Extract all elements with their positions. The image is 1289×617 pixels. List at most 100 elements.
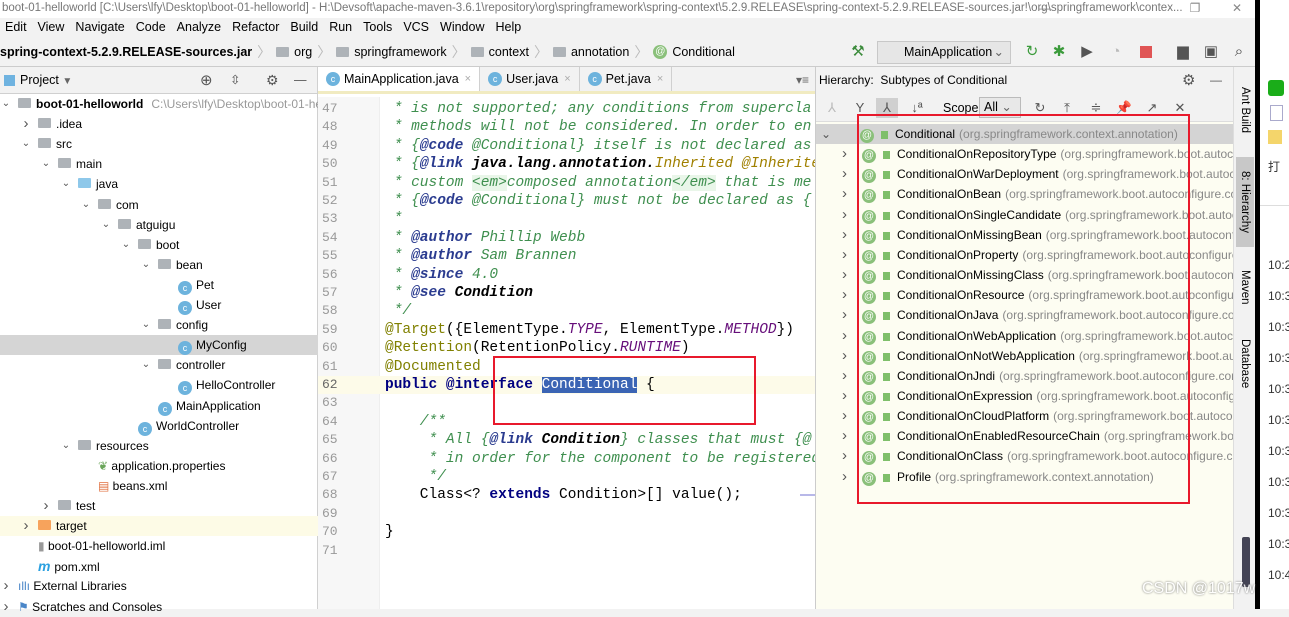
chevron-right-icon[interactable]: › — [842, 366, 847, 386]
menu-navigate[interactable]: Navigate — [75, 18, 124, 37]
close-tab-icon[interactable]: × — [564, 67, 570, 91]
tree-item[interactable]: m pom.xml — [0, 556, 318, 576]
tree-item[interactable]: ⌄ boot — [0, 235, 318, 255]
chevron-right-icon[interactable]: › — [0, 576, 12, 596]
gear-icon[interactable]: ⚙ — [1182, 67, 1195, 94]
profile-icon[interactable]: ◔ — [1106, 42, 1126, 62]
tab-user-java[interactable]: c User.java × — [480, 67, 580, 91]
tree-item[interactable]: ⌄ main — [0, 154, 318, 174]
tool-window-hierarchy[interactable]: 8: Hierarchy — [1236, 157, 1254, 247]
hide-icon[interactable]: — — [294, 67, 307, 94]
breadcrumb-item[interactable]: springframework — [336, 45, 447, 59]
chevron-right-icon[interactable]: › — [20, 114, 32, 134]
tree-item[interactable]: ▤ beans.xml — [0, 476, 318, 496]
chevron-right-icon[interactable]: › — [842, 467, 847, 487]
tree-item[interactable]: › ıllı External Libraries — [0, 576, 318, 596]
breadcrumb-item[interactable]: org — [276, 45, 312, 59]
run-icon[interactable]: ↻ — [1022, 42, 1042, 62]
breadcrumb-item[interactable]: context — [470, 45, 529, 59]
menu-vcs[interactable]: VCS — [403, 18, 429, 37]
chevron-right-icon[interactable]: › — [842, 386, 847, 406]
collapse-all-icon[interactable]: ⇳ — [230, 67, 240, 94]
project-structure-icon[interactable]: ▆ — [1173, 42, 1193, 62]
tool-window-database[interactable]: Database — [1236, 329, 1254, 399]
menu-analyze[interactable]: Analyze — [177, 18, 221, 37]
chevron-right-icon[interactable]: › — [842, 285, 847, 305]
debug-icon[interactable]: ✱ — [1049, 42, 1069, 62]
folder-icon[interactable] — [1268, 130, 1282, 144]
tree-item[interactable]: › ⚑ Scratches and Consoles — [0, 597, 318, 617]
tree-item[interactable]: ⌄ controller — [0, 355, 318, 375]
chevron-right-icon[interactable]: › — [842, 225, 847, 245]
hide-icon[interactable]: — — [1210, 67, 1222, 94]
chevron-down-icon[interactable]: ⌄ — [20, 134, 32, 154]
chevron-down-icon[interactable]: ⌄ — [140, 355, 152, 375]
document-icon[interactable] — [1270, 105, 1283, 121]
stop-icon[interactable] — [1140, 46, 1152, 58]
tree-item[interactable]: ⌄ java — [0, 174, 318, 194]
dropdown-icon[interactable]: ▼ — [62, 76, 72, 87]
menu-refactor[interactable]: Refactor — [232, 18, 279, 37]
tree-item[interactable]: ⌄ atguigu — [0, 215, 318, 235]
chevron-down-icon[interactable]: ⌄ — [60, 436, 72, 456]
tree-item[interactable]: c HelloController — [0, 375, 318, 396]
menu-tools[interactable]: Tools — [363, 18, 392, 37]
chevron-right-icon[interactable]: › — [842, 446, 847, 466]
close-tab-icon[interactable]: × — [465, 67, 471, 91]
chevron-down-icon[interactable]: ⌄ — [120, 235, 132, 255]
tree-item[interactable]: › .idea — [0, 114, 318, 134]
close-button[interactable]: ✕ — [1222, 0, 1252, 18]
chevron-right-icon[interactable]: › — [842, 406, 847, 426]
chevron-right-icon[interactable]: › — [842, 184, 847, 204]
chevron-right-icon[interactable]: › — [842, 426, 847, 446]
tree-item[interactable]: ▮ boot-01-helloworld.iml — [0, 536, 318, 556]
chevron-down-icon[interactable]: ⌄ — [0, 94, 12, 114]
chevron-down-icon[interactable]: ⌄ — [100, 215, 112, 235]
tree-item[interactable]: c MyConfig — [0, 335, 318, 356]
chevron-down-icon[interactable]: ⌄ — [821, 124, 831, 144]
breadcrumb-item[interactable]: annotation — [552, 45, 629, 59]
tool-window-ant-build[interactable]: Ant Build — [1236, 75, 1254, 145]
chevron-right-icon[interactable]: › — [842, 305, 847, 325]
chevron-right-icon[interactable]: › — [842, 164, 847, 184]
chevron-down-icon[interactable]: ⌄ — [140, 255, 152, 275]
tree-item[interactable]: ⌄ config — [0, 315, 318, 335]
tab-mainapplication-java[interactable]: c MainApplication.java × — [318, 67, 481, 91]
tree-item[interactable]: ⌄ resources — [0, 436, 318, 456]
chevron-right-icon[interactable]: › — [842, 326, 847, 346]
supertypes-icon[interactable]: ⅄ — [821, 98, 843, 118]
menu-help[interactable]: Help — [495, 18, 521, 37]
chevron-right-icon[interactable]: › — [0, 597, 12, 617]
tab-list-icon[interactable]: ▾≡ — [796, 73, 809, 87]
tool-window-maven[interactable]: Maven — [1236, 257, 1254, 317]
chevron-down-icon[interactable]: ⌄ — [80, 195, 92, 215]
locate-icon[interactable]: ⊕ — [200, 67, 213, 94]
restore-button[interactable]: ❐ — [1180, 0, 1210, 18]
menu-window[interactable]: Window — [440, 18, 484, 37]
minimize-button[interactable]: — — [1030, 0, 1060, 18]
tree-item[interactable]: › target — [0, 516, 318, 537]
search-icon[interactable]: ⌕ — [1229, 42, 1249, 62]
hammer-icon[interactable]: ⚒ — [848, 42, 868, 62]
tree-item[interactable]: ❦ application.properties — [0, 456, 318, 476]
menu-view[interactable]: View — [38, 18, 65, 37]
close-tab-icon[interactable]: × — [657, 67, 663, 91]
menu-edit[interactable]: Edit — [5, 18, 27, 37]
breadcrumb-item[interactable]: spring-context-5.2.9.RELEASE-sources.jar — [0, 45, 252, 59]
run-config-dropdown[interactable]: MainApplication ⌄ — [877, 41, 1011, 64]
tree-item[interactable]: ⌄ com — [0, 195, 318, 215]
chevron-right-icon[interactable]: › — [842, 144, 847, 164]
chevron-right-icon[interactable]: › — [20, 516, 32, 536]
chevron-right-icon[interactable]: › — [842, 265, 847, 285]
tree-item[interactable]: c User — [0, 295, 318, 315]
terminal-icon[interactable]: ▣ — [1201, 42, 1221, 62]
menu-code[interactable]: Code — [136, 18, 166, 37]
tree-item[interactable]: c MainApplication — [0, 396, 318, 416]
chevron-right-icon[interactable]: › — [842, 205, 847, 225]
tree-item[interactable]: ⌄ src — [0, 134, 318, 154]
tree-item[interactable]: ⌄ bean — [0, 255, 318, 275]
menu-run[interactable]: Run — [329, 18, 352, 37]
chevron-down-icon[interactable]: ⌄ — [40, 154, 52, 174]
tree-item[interactable]: c WorldController — [0, 416, 318, 436]
chevron-right-icon[interactable]: › — [842, 346, 847, 366]
